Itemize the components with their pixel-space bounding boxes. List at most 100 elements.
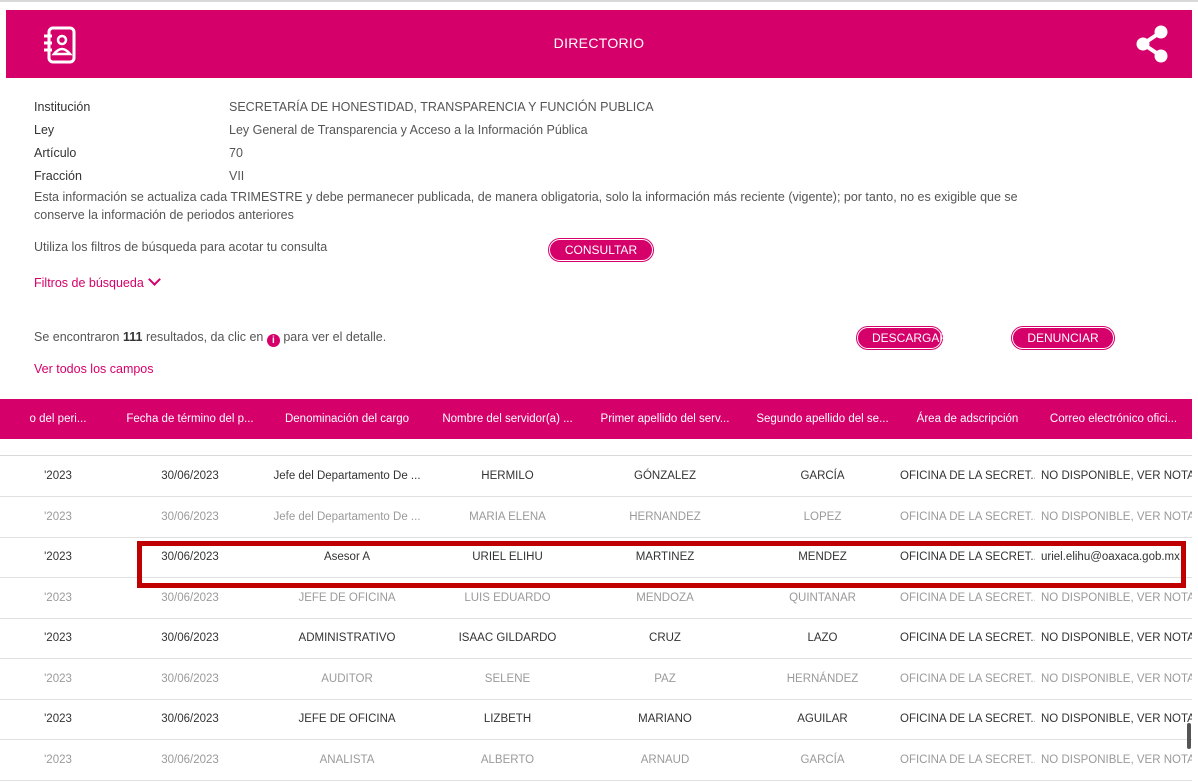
cell-segundo-apellido: LOPEZ — [803, 510, 842, 523]
denunciar-button[interactable]: DENUNCIAR — [1012, 327, 1114, 349]
table-row[interactable]: '2023 30/06/2023 Jefe del Departamento De … — [0, 497, 1192, 538]
cell-primer-apellido: CRUZ — [649, 632, 681, 644]
cell-nombre: URIEL ELIHU — [472, 551, 543, 563]
cell-correo: NO DISPONIBLE, VER NOTA — [1041, 672, 1192, 685]
cell-area: OFICINA DE LA SECRET... — [900, 632, 1035, 644]
cell-nombre: SELENE — [484, 672, 531, 685]
cell-segundo-apellido: GARCÍA — [800, 753, 845, 766]
header-correo[interactable]: Correo electrónico ofici... — [1035, 399, 1192, 439]
cell-segundo-apellido: AGUILAR — [797, 713, 848, 725]
table-row[interactable]: '2023 30/06/2023 JEFE DE OFICINA LIZBETH MAR… — [0, 699, 1192, 740]
cell-fecha-inicio: '2023 — [44, 753, 72, 766]
cell-fecha-termino: 30/06/2023 — [161, 510, 219, 523]
results-summary: Se encontraron 111 resultados, da clic e… — [34, 330, 386, 347]
ver-todos-link[interactable]: Ver todos los campos — [34, 362, 154, 376]
filter-hint: Utiliza los filtros de búsqueda para aco… — [34, 240, 328, 254]
cell-primer-apellido: MENDOZA — [636, 591, 694, 604]
descargar-button[interactable]: DESCARGAR — [857, 327, 948, 349]
page-header: DIRECTORIO — [6, 10, 1192, 78]
cell-area: OFICINA DE LA SECRET... — [900, 672, 1035, 685]
cell-segundo-apellido: QUINTANAR — [789, 591, 856, 604]
table-row[interactable]: '2023 30/06/2023 Asesor A URIEL ELIHU MARTIN… — [0, 537, 1192, 578]
cell-fecha-termino: 30/06/2023 — [161, 753, 219, 766]
cell-fecha-termino: 30/06/2023 — [161, 672, 219, 685]
share-icon[interactable] — [1136, 24, 1170, 64]
table-row[interactable]: '2023 30/06/2023 ANALISTA ALBERTO ARNAUD GARC… — [0, 740, 1192, 781]
cell-primer-apellido: ARNAUD — [640, 753, 690, 766]
header-fecha-inicio[interactable]: o del peri... — [0, 399, 116, 439]
cell-correo: NO DISPONIBLE, VER NOTA — [1041, 632, 1192, 644]
update-notice: Esta información se actualiza cada TRIME… — [34, 188, 1124, 224]
cell-fecha-inicio: '2023 — [44, 551, 72, 563]
filters-toggle[interactable]: Filtros de búsqueda — [34, 273, 161, 290]
ley-value: Ley General de Transparencia y Acceso a … — [229, 123, 588, 137]
header-segundo-apellido[interactable]: Segundo apellido del se... — [745, 399, 900, 439]
table-row[interactable]: '2023 30/06/2023 ADMINISTRATIVO ISAAC GILDA… — [0, 618, 1192, 659]
cell-area: OFICINA DE LA SECRET... — [900, 713, 1035, 725]
cell-fecha-termino: 30/06/2023 — [161, 591, 219, 604]
chevron-down-icon — [147, 273, 161, 286]
cell-nombre: HERMILO — [481, 470, 534, 482]
institucion-label: Institución — [34, 100, 91, 114]
notice-line-2: conserve la información de periodos ante… — [34, 208, 294, 222]
cell-cargo: JEFE DE OFICINA — [298, 591, 396, 604]
results-prefix: Se encontraron — [34, 330, 120, 344]
cell-correo: NO DISPONIBLE, VER NOTA — [1041, 753, 1192, 766]
cell-area: OFICINA DE LA SECRET... — [900, 551, 1035, 563]
cell-area: OFICINA DE LA SECRET... — [900, 470, 1035, 482]
cell-segundo-apellido: LAZO — [807, 632, 838, 644]
header-fecha-termino[interactable]: Fecha de término del p... — [116, 399, 264, 439]
cell-nombre: LIZBETH — [483, 713, 532, 725]
table-row[interactable]: '2023 30/06/2023 Jefe del Departamento De … — [0, 456, 1192, 497]
cell-segundo-apellido: HERNÁNDEZ — [786, 672, 859, 685]
header-area[interactable]: Área de adscripción — [900, 399, 1035, 439]
scrollbar-thumb[interactable] — [1187, 723, 1191, 749]
header-cargo[interactable]: Denominación del cargo — [264, 399, 430, 439]
header-primer-apellido[interactable]: Primer apellido del serv... — [585, 399, 745, 439]
cell-cargo: ANALISTA — [319, 753, 375, 766]
consultar-button[interactable]: CONSULTAR — [549, 239, 653, 261]
cell-correo: NO DISPONIBLE, VER NOTA — [1041, 510, 1192, 523]
cell-correo: NO DISPONIBLE, VER NOTA — [1041, 470, 1192, 482]
results-middle: resultados, da clic en — [145, 330, 264, 344]
info-icon: i — [266, 334, 280, 347]
cell-fecha-inicio: '2023 — [44, 510, 72, 523]
fraccion-value: VII — [229, 169, 245, 183]
results-count: 111 — [122, 330, 143, 344]
table-row[interactable]: '2023 30/06/2023 AUDITOR SELENE PAZ HERNÁNDEZ… — [0, 659, 1192, 700]
top-border — [0, 0, 1198, 10]
cell-nombre: ALBERTO — [480, 753, 535, 766]
cell-fecha-inicio: '2023 — [44, 470, 72, 482]
cell-cargo: Jefe del Departamento De ... — [273, 510, 421, 523]
cell-nombre: LUIS EDUARDO — [464, 591, 551, 604]
cell-cargo: Jefe del Departamento De ... — [273, 470, 421, 482]
cell-fecha-termino: 30/06/2023 — [161, 713, 219, 725]
info-section: Institución SECRETARÍA DE HONESTIDAD, TRA… — [34, 98, 1144, 190]
cell-cargo: ADMINISTRATIVO — [298, 632, 396, 644]
cell-primer-apellido: PAZ — [654, 672, 676, 685]
cell-cargo: Asesor A — [323, 551, 371, 563]
results-suffix: para ver el detalle. — [283, 330, 387, 344]
cell-fecha-termino: 30/06/2023 — [161, 470, 219, 482]
cell-fecha-inicio: '2023 — [44, 713, 72, 725]
cell-primer-apellido: HERNANDEZ — [629, 510, 701, 523]
cell-nombre: ISAAC GILDARDO — [458, 632, 557, 644]
cell-primer-apellido: GÓNZALEZ — [634, 470, 696, 482]
fraccion-label: Fracción — [34, 169, 82, 183]
cell-cargo: AUDITOR — [321, 672, 373, 685]
header-filter-row — [0, 439, 1192, 456]
cell-correo: uriel.elihu@oaxaca.gob.mx — [1041, 551, 1180, 563]
header-nombre[interactable]: Nombre del servidor(a) ... — [430, 399, 585, 439]
cell-segundo-apellido: GARCÍA — [800, 470, 845, 482]
cell-fecha-termino: 30/06/2023 — [161, 632, 219, 644]
institucion-value: SECRETARÍA DE HONESTIDAD, TRANSPARENCIA … — [229, 100, 654, 114]
filters-toggle-label: Filtros de búsqueda — [34, 276, 144, 290]
articulo-label: Artículo — [34, 146, 77, 160]
cell-segundo-apellido: MENDEZ — [798, 551, 847, 563]
cell-primer-apellido: MARTINEZ — [635, 551, 695, 563]
cell-correo: NO DISPONIBLE, VER NOTA — [1041, 713, 1192, 725]
page-title: DIRECTORIO — [553, 35, 645, 51]
cell-primer-apellido: MARIANO — [638, 713, 692, 725]
notice-line-1: Esta información se actualiza cada TRIME… — [34, 190, 1018, 204]
table-row[interactable]: '2023 30/06/2023 JEFE DE OFICINA LUIS EDUAR… — [0, 578, 1192, 619]
